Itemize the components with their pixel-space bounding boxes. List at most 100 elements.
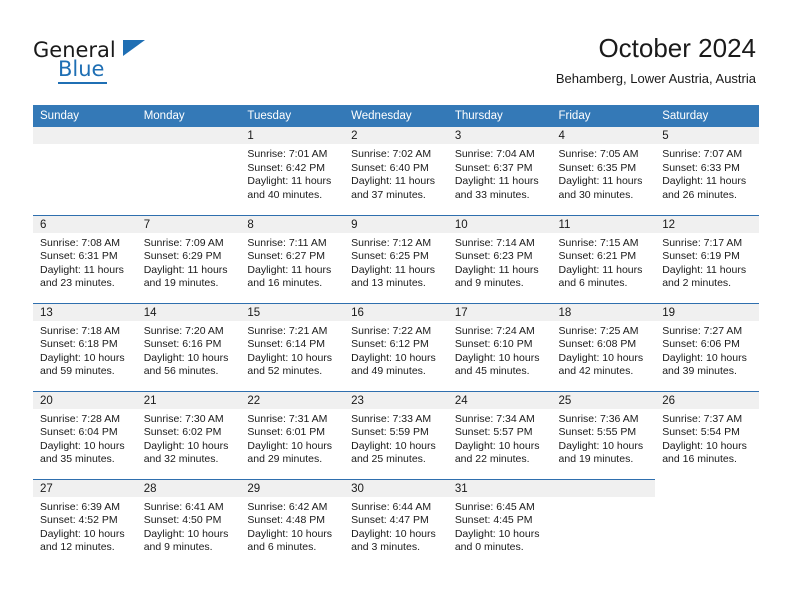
sunset-text: Sunset: 6:40 PM <box>351 161 429 174</box>
calendar-day-cell[interactable]: 31 Sunrise: 6:45 AM Sunset: 4:45 PM Dayligh… <box>447 478 552 567</box>
page-header: General Blue October 2024 Behamberg, Low… <box>0 0 792 104</box>
day-details: Sunrise: 7:28 AM Sunset: 6:04 PM Daylight:… <box>33 409 137 467</box>
day-details: Sunrise: 7:12 AM Sunset: 6:25 PM Daylight:… <box>344 233 448 291</box>
day-number: 1 <box>240 127 345 144</box>
sunrise-text: Sunrise: 7:31 AM <box>247 412 328 425</box>
day-number: 23 <box>344 391 448 409</box>
sunrise-text: Sunrise: 7:24 AM <box>454 324 535 337</box>
weekday-header-monday: Monday <box>136 105 241 127</box>
sunrise-text: Sunrise: 7:25 AM <box>558 324 639 337</box>
calendar-day-cell[interactable]: 23 Sunrise: 7:33 AM Sunset: 5:59 PM Dayligh… <box>344 390 448 479</box>
sunset-text: Sunset: 6:33 PM <box>662 161 740 174</box>
sunset-text: Sunset: 5:54 PM <box>662 426 740 439</box>
calendar-day-cell[interactable]: 11 Sunrise: 7:15 AM Sunset: 6:21 PM Dayligh… <box>551 214 656 303</box>
calendar-week-row: 13 Sunrise: 7:18 AM Sunset: 6:18 PM Dayligh… <box>33 302 759 391</box>
daylight-text: Daylight: 11 hours and 19 minutes. <box>143 263 228 290</box>
calendar-day-cell[interactable]: 5 Sunrise: 7:07 AM Sunset: 6:33 PM Daylight… <box>655 127 759 215</box>
calendar-day-cell[interactable]: 13 Sunrise: 7:18 AM Sunset: 6:18 PM Dayligh… <box>33 302 137 391</box>
weekday-header-friday: Friday <box>551 105 656 127</box>
day-number: 14 <box>136 303 241 321</box>
sunset-text: Sunset: 6:42 PM <box>247 161 326 174</box>
day-number: 7 <box>136 215 241 233</box>
weekday-header-wednesday: Wednesday <box>344 105 448 127</box>
daylight-text: Daylight: 10 hours and 39 minutes. <box>662 351 747 378</box>
calendar-day-cell[interactable]: 16 Sunrise: 7:22 AM Sunset: 6:12 PM Dayligh… <box>344 302 448 391</box>
daylight-text: Daylight: 11 hours and 13 minutes. <box>351 263 435 290</box>
calendar-day-cell[interactable]: 26 Sunrise: 7:37 AM Sunset: 5:54 PM Dayligh… <box>655 390 759 479</box>
sunset-text: Sunset: 6:06 PM <box>662 338 740 351</box>
sunrise-text: Sunrise: 7:28 AM <box>40 412 120 425</box>
calendar-day-cell[interactable]: 22 Sunrise: 7:31 AM Sunset: 6:01 PM Dayligh… <box>240 390 345 479</box>
sunrise-text: Sunrise: 7:05 AM <box>558 148 639 160</box>
calendar-day-cell[interactable]: 18 Sunrise: 7:25 AM Sunset: 6:08 PM Dayligh… <box>551 302 656 391</box>
calendar-day-cell[interactable]: 17 Sunrise: 7:24 AM Sunset: 6:10 PM Dayligh… <box>447 302 552 391</box>
day-details: Sunrise: 6:39 AM Sunset: 4:52 PM Daylight:… <box>33 497 137 555</box>
day-details: Sunrise: 6:44 AM Sunset: 4:47 PM Daylight:… <box>344 497 448 555</box>
day-number: 28 <box>136 479 241 497</box>
calendar-day-cell[interactable]: 12 Sunrise: 7:17 AM Sunset: 6:19 PM Dayligh… <box>655 214 759 303</box>
calendar-day-cell[interactable]: 15 Sunrise: 7:21 AM Sunset: 6:14 PM Dayligh… <box>240 302 345 391</box>
sunset-text: Sunset: 6:25 PM <box>351 250 429 263</box>
sunset-text: Sunset: 5:55 PM <box>558 426 637 439</box>
calendar-day-cell[interactable]: 30 Sunrise: 6:44 AM Sunset: 4:47 PM Dayligh… <box>344 478 448 567</box>
calendar-day-cell[interactable]: 27 Sunrise: 6:39 AM Sunset: 4:52 PM Dayligh… <box>33 478 137 567</box>
day-details: Sunrise: 7:22 AM Sunset: 6:12 PM Daylight:… <box>344 321 448 379</box>
daylight-text: Daylight: 10 hours and 35 minutes. <box>40 439 125 466</box>
sunrise-text: Sunrise: 7:22 AM <box>351 324 432 337</box>
day-number <box>655 479 759 496</box>
calendar-day-cell[interactable]: 10 Sunrise: 7:14 AM Sunset: 6:23 PM Dayligh… <box>447 214 552 303</box>
daylight-text: Daylight: 10 hours and 42 minutes. <box>558 351 644 378</box>
day-details: Sunrise: 7:27 AM Sunset: 6:06 PM Daylight:… <box>655 321 759 379</box>
day-details: Sunrise: 6:45 AM Sunset: 4:45 PM Daylight:… <box>448 497 552 555</box>
daylight-text: Daylight: 10 hours and 16 minutes. <box>662 439 747 466</box>
daylight-text: Daylight: 10 hours and 3 minutes. <box>351 527 436 554</box>
daylight-text: Daylight: 10 hours and 25 minutes. <box>351 439 436 466</box>
weekday-header-tuesday: Tuesday <box>240 105 345 127</box>
calendar-day-cell[interactable]: 1 Sunrise: 7:01 AM Sunset: 6:42 PM Daylight… <box>240 127 345 215</box>
day-number: 25 <box>551 391 656 409</box>
sunset-text: Sunset: 6:35 PM <box>558 161 637 174</box>
day-details: Sunrise: 7:18 AM Sunset: 6:18 PM Daylight:… <box>33 321 137 379</box>
day-details: Sunrise: 7:05 AM Sunset: 6:35 PM Daylight:… <box>552 144 656 202</box>
logo-triangle-icon <box>123 40 145 56</box>
weekday-header-saturday: Saturday <box>655 105 759 127</box>
sunrise-text: Sunrise: 7:04 AM <box>454 148 535 160</box>
calendar-day-cell[interactable]: 19 Sunrise: 7:27 AM Sunset: 6:06 PM Dayligh… <box>655 302 759 391</box>
sunrise-text: Sunrise: 7:02 AM <box>351 148 432 160</box>
calendar-day-cell[interactable]: 20 Sunrise: 7:28 AM Sunset: 6:04 PM Dayligh… <box>33 390 137 479</box>
calendar-day-cell[interactable]: 6 Sunrise: 7:08 AM Sunset: 6:31 PM Daylight… <box>33 214 137 303</box>
calendar-day-cell[interactable]: 2 Sunrise: 7:02 AM Sunset: 6:40 PM Daylight… <box>344 127 448 215</box>
calendar-day-cell[interactable]: 29 Sunrise: 6:42 AM Sunset: 4:48 PM Dayligh… <box>240 478 345 567</box>
day-details: Sunrise: 6:41 AM Sunset: 4:50 PM Daylight:… <box>137 497 241 555</box>
calendar-cell-outside <box>655 479 759 567</box>
sunset-text: Sunset: 4:45 PM <box>454 514 533 527</box>
calendar-day-cell[interactable]: 25 Sunrise: 7:36 AM Sunset: 5:55 PM Dayligh… <box>551 390 656 479</box>
day-number: 20 <box>33 391 137 409</box>
calendar-day-cell[interactable]: 14 Sunrise: 7:20 AM Sunset: 6:16 PM Dayligh… <box>136 302 241 391</box>
calendar-day-cell[interactable]: 8 Sunrise: 7:11 AM Sunset: 6:27 PM Daylight… <box>240 214 345 303</box>
daylight-text: Daylight: 11 hours and 33 minutes. <box>454 175 539 201</box>
day-number: 26 <box>655 391 759 409</box>
sunrise-text: Sunrise: 7:09 AM <box>143 236 224 249</box>
daylight-text: Daylight: 11 hours and 40 minutes. <box>247 175 332 201</box>
sunrise-text: Sunrise: 7:27 AM <box>662 324 743 337</box>
calendar-day-cell[interactable]: 24 Sunrise: 7:34 AM Sunset: 5:57 PM Dayligh… <box>447 390 552 479</box>
calendar-day-cell[interactable]: 9 Sunrise: 7:12 AM Sunset: 6:25 PM Daylight… <box>344 214 448 303</box>
sunrise-text: Sunrise: 7:18 AM <box>40 324 120 337</box>
sunrise-text: Sunrise: 7:15 AM <box>558 236 639 249</box>
sunrise-text: Sunrise: 7:11 AM <box>247 236 327 249</box>
calendar-day-cell[interactable]: 7 Sunrise: 7:09 AM Sunset: 6:29 PM Daylight… <box>136 214 241 303</box>
day-number: 10 <box>447 215 552 233</box>
calendar-day-cell[interactable]: 21 Sunrise: 7:30 AM Sunset: 6:02 PM Dayligh… <box>136 390 241 479</box>
day-details: Sunrise: 7:08 AM Sunset: 6:31 PM Daylight:… <box>33 233 137 291</box>
calendar-day-cell[interactable]: 28 Sunrise: 6:41 AM Sunset: 4:50 PM Dayligh… <box>136 478 241 567</box>
day-details: Sunrise: 7:33 AM Sunset: 5:59 PM Daylight:… <box>344 409 448 467</box>
day-number: 19 <box>655 303 759 321</box>
calendar-day-cell[interactable]: 3 Sunrise: 7:04 AM Sunset: 6:37 PM Daylight… <box>447 127 552 215</box>
day-details: Sunrise: 7:21 AM Sunset: 6:14 PM Daylight:… <box>240 321 344 379</box>
calendar-day-cell[interactable]: 4 Sunrise: 7:05 AM Sunset: 6:35 PM Daylight… <box>551 127 656 215</box>
day-details: Sunrise: 7:15 AM Sunset: 6:21 PM Daylight:… <box>552 233 656 291</box>
sunset-text: Sunset: 6:21 PM <box>558 250 637 263</box>
daylight-text: Daylight: 11 hours and 6 minutes. <box>558 263 643 290</box>
daylight-text: Daylight: 11 hours and 16 minutes. <box>247 263 332 290</box>
